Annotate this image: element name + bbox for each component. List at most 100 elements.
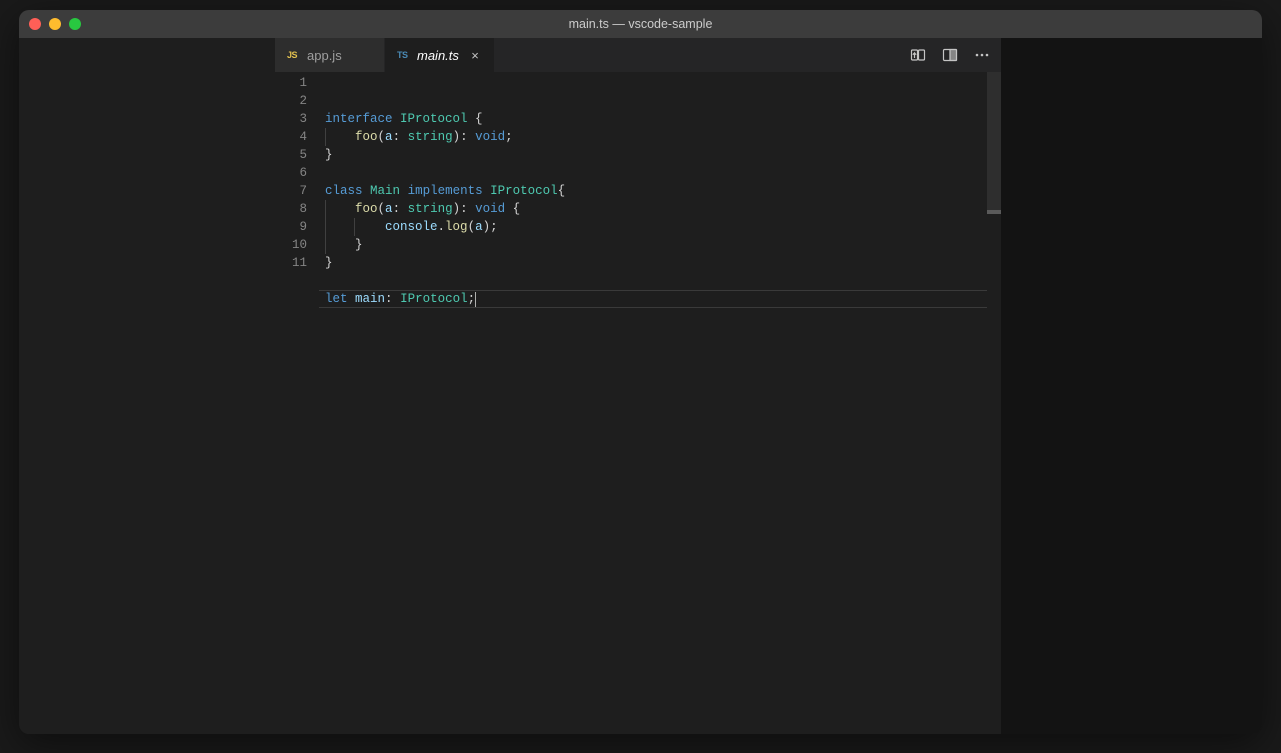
tab-label: main.ts [417,48,459,63]
code-line[interactable]: foo(a: string): void; [325,128,987,146]
line-number: 2 [275,92,307,110]
code-area[interactable]: interface IProtocol { foo(a: string): vo… [325,72,987,734]
code-token: foo [355,202,378,216]
code-token [325,130,355,144]
more-icon[interactable] [973,46,991,64]
left-blank-panel [19,38,275,734]
traffic-lights [29,18,81,30]
code-token: IProtocol [400,112,468,126]
code-token: log [445,220,468,234]
right-blank-panel [1001,38,1262,734]
ts-file-icon: TS [397,50,411,60]
code-token: class [325,184,363,198]
window-title: main.ts — vscode-sample [19,17,1262,31]
code-token: IProtocol [400,292,468,306]
window-close-button[interactable] [29,18,41,30]
line-number: 5 [275,146,307,164]
tab-actions [899,38,1001,72]
code-token: Main [370,184,400,198]
code-line[interactable]: interface IProtocol { [325,110,987,128]
line-number: 3 [275,110,307,128]
indent-guide [325,128,326,146]
text-editor[interactable]: 1234567891011 interface IProtocol { foo(… [275,72,1001,734]
tab-app-js[interactable]: JSapp.js× [275,38,385,72]
line-number: 7 [275,182,307,200]
window-minimize-button[interactable] [49,18,61,30]
code-token: a [475,220,483,234]
code-token: a [385,130,393,144]
code-token: : [393,202,408,216]
tab-label: app.js [307,48,342,63]
scrollbar-thumb[interactable] [987,72,1001,210]
line-number: 6 [275,164,307,182]
code-token: string [408,202,453,216]
code-token: void [475,202,505,216]
open-changes-icon[interactable] [909,46,927,64]
code-token [483,184,491,198]
code-line[interactable] [325,164,987,182]
indent-guide [325,236,326,254]
code-line[interactable]: let main: IProtocol; [325,290,987,308]
code-token: string [408,130,453,144]
indent-guide [325,218,326,236]
code-token: ( [468,220,476,234]
window-body: JS app.js ×TS main.ts × [19,38,1262,734]
code-line[interactable]: } [325,254,987,272]
code-line[interactable] [325,272,987,290]
code-token: } [325,256,333,270]
editor-group: JS app.js ×TS main.ts × [275,38,1001,734]
code-token: foo [355,130,378,144]
titlebar[interactable]: main.ts — vscode-sample [19,10,1262,38]
code-token: ( [378,130,386,144]
code-token: void [475,130,505,144]
tab-bar: JS app.js ×TS main.ts × [275,38,1001,72]
code-line[interactable]: } [325,236,987,254]
code-token [325,202,355,216]
code-token: } [325,238,363,252]
code-token: { [558,184,566,198]
split-editor-icon[interactable] [941,46,959,64]
indent-guide [354,218,355,236]
code-token [348,292,356,306]
tab-close-icon[interactable]: × [468,48,482,62]
scrollbar[interactable] [987,72,1001,734]
code-token: interface [325,112,393,126]
code-token: ); [483,220,498,234]
code-token: implements [408,184,483,198]
code-token: ; [468,292,476,306]
text-caret [475,292,476,308]
code-token [363,184,371,198]
code-token: console [385,220,438,234]
indent-guide [325,200,326,218]
code-token: ( [378,202,386,216]
code-token: IProtocol [490,184,558,198]
line-number: 9 [275,218,307,236]
line-number-gutter: 1234567891011 [275,72,325,734]
scrollbar-current-line-mark [987,210,1001,214]
code-line[interactable]: } [325,146,987,164]
line-number: 11 [275,254,307,272]
code-line[interactable]: console.log(a); [325,218,987,236]
tab-main-ts[interactable]: TS main.ts × [385,38,495,72]
code-token [400,184,408,198]
window-maximize-button[interactable] [69,18,81,30]
code-token [325,220,385,234]
code-token: ; [505,130,513,144]
js-file-icon: JS [287,50,301,60]
code-token: ): [453,130,476,144]
line-number: 1 [275,74,307,92]
code-token: a [385,202,393,216]
code-token: : [385,292,400,306]
code-token: let [325,292,348,306]
code-token: . [438,220,446,234]
line-number: 4 [275,128,307,146]
code-line[interactable]: foo(a: string): void { [325,200,987,218]
editor-window: main.ts — vscode-sample JS app.js × TS main.… [19,10,1262,734]
code-token: ): [453,202,476,216]
code-token: } [325,148,333,162]
code-token: { [468,112,483,126]
code-token [393,112,401,126]
code-token: { [505,202,520,216]
code-line[interactable]: class Main implements IProtocol{ [325,182,987,200]
code-token: main [355,292,385,306]
